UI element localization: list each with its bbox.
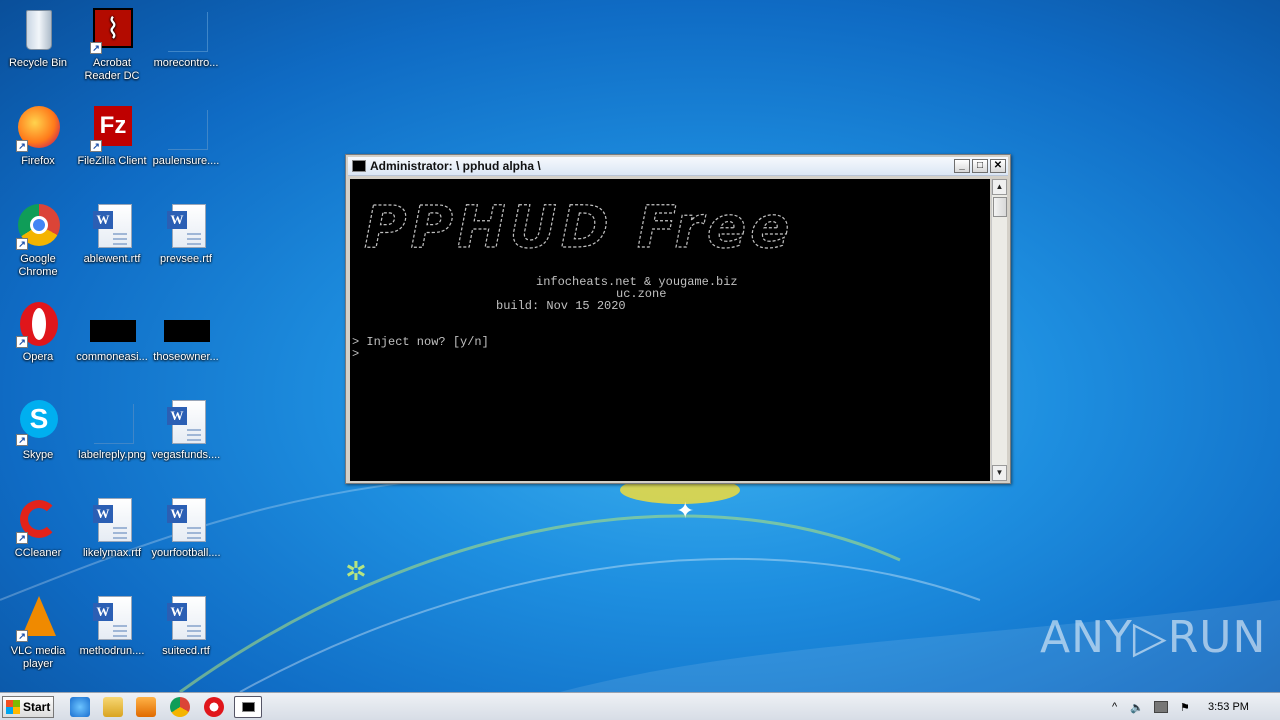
vlc-icon: ↗ [14, 594, 62, 642]
desktop-icon[interactable]: ↗ CCleaner [0, 496, 76, 560]
filezilla-icon: Fz ↗ [88, 104, 136, 152]
desktop-icon-label: thoseowner... [153, 351, 219, 363]
console-prompt-inject: > Inject now? [y/n] [352, 335, 489, 349]
network-icon[interactable] [1154, 701, 1168, 713]
console-line-build: build: Nov 15 2020 [496, 299, 626, 313]
explorer-taskbar-icon[interactable] [103, 697, 123, 717]
opera-taskbar-icon[interactable] [204, 697, 224, 717]
desktop-icon-label: methodrun.... [79, 645, 145, 657]
recycle-bin-icon [14, 6, 62, 54]
desktop-icon[interactable]: commoneasi... [74, 300, 150, 364]
svg-text:✲: ✲ [345, 557, 367, 587]
scroll-up-arrow-icon[interactable]: ▲ [992, 179, 1007, 195]
desktop-icon-label: Opera [22, 351, 54, 363]
desktop-icon[interactable]: ↗ Firefox [0, 104, 76, 168]
maximize-button[interactable]: □ [972, 159, 988, 173]
desktop-icon[interactable]: Fz ↗ FileZilla Client [74, 104, 150, 168]
desktop-icon[interactable]: ↗ VLC media player [0, 594, 76, 671]
chrome-taskbar-icon[interactable] [170, 697, 190, 717]
desktop-icon-label: vegasfunds.... [151, 449, 221, 461]
tray-chevron-icon[interactable]: ^ [1112, 701, 1117, 713]
desktop-icon-label: Firefox [21, 155, 55, 167]
word-doc-icon: W [162, 202, 210, 250]
svg-text:✦: ✦ [676, 499, 694, 524]
desktop-icon[interactable]: paulensure.... [148, 104, 224, 168]
clock[interactable]: 3:53 PM [1208, 701, 1249, 713]
acrobat-icon: ⌇ ↗ [88, 6, 136, 54]
desktop-icon-label: VLC media player [10, 645, 66, 670]
desktop-icon[interactable]: labelreply.png [74, 398, 150, 462]
desktop-icon[interactable]: ↗ Opera [0, 300, 76, 364]
word-doc-icon: W [88, 594, 136, 642]
desktop-icon-label: morecontro... [153, 57, 219, 69]
desktop-icon[interactable]: Wsuitecd.rtf [148, 594, 224, 658]
desktop-icon-label: labelreply.png [78, 449, 146, 461]
console-output[interactable]: PPHUD Free infocheats.net & yougame.biz … [350, 179, 990, 481]
desktop-icon-label: CCleaner [14, 547, 62, 559]
desktop-icon-label: Skype [22, 449, 54, 461]
desktop-icon[interactable]: Wvegasfunds.... [148, 398, 224, 462]
blank-file-icon [162, 6, 210, 54]
media-player-taskbar-icon[interactable] [136, 697, 156, 717]
desktop-icon-label: Acrobat Reader DC [84, 57, 140, 82]
black-image-icon [162, 300, 210, 348]
volume-icon[interactable]: 🔈 [1130, 701, 1144, 714]
desktop-icon-label: likelymax.rtf [82, 547, 142, 559]
console-prompt-cursor[interactable]: > [352, 348, 359, 360]
window-titlebar[interactable]: Administrator: \ pphud alpha \ _ □ ✕ [348, 157, 1008, 176]
desktop-icon[interactable]: Wablewent.rtf [74, 202, 150, 266]
word-doc-icon: W [162, 496, 210, 544]
skype-icon: S ↗ [14, 398, 62, 446]
word-doc-icon: W [88, 496, 136, 544]
desktop-icon[interactable]: ↗ Google Chrome [0, 202, 76, 279]
black-image-icon [88, 300, 136, 348]
blank-file-icon [162, 104, 210, 152]
desktop-icon-label: prevsee.rtf [160, 253, 212, 265]
minimize-button[interactable]: _ [954, 159, 970, 173]
desktop-icon-label: Google Chrome [18, 253, 58, 278]
firefox-icon: ↗ [14, 104, 62, 152]
scroll-thumb[interactable] [993, 197, 1007, 217]
desktop-icon-label: paulensure.... [152, 155, 220, 167]
word-doc-icon: W [162, 398, 210, 446]
word-doc-icon: W [88, 202, 136, 250]
taskbar: Start ^ 🔈 ⚑ 3:53 PM [0, 692, 1280, 720]
desktop-icon[interactable]: Wlikelymax.rtf [74, 496, 150, 560]
opera-icon: ↗ [14, 300, 62, 348]
desktop-icon[interactable]: Wprevsee.rtf [148, 202, 224, 266]
console-window[interactable]: Administrator: \ pphud alpha \ _ □ ✕ PPH… [345, 154, 1011, 484]
desktop-icon[interactable]: Wmethodrun.... [74, 594, 150, 658]
desktop-icon-label: FileZilla Client [77, 155, 147, 167]
banner-text: PPHUD Free [364, 197, 794, 257]
desktop-icon[interactable]: Recycle Bin [0, 6, 76, 70]
vertical-scrollbar[interactable]: ▲ ▼ [991, 179, 1007, 481]
scroll-down-arrow-icon[interactable]: ▼ [992, 465, 1007, 481]
desktop-icon-label: suitecd.rtf [162, 645, 210, 657]
start-label: Start [23, 700, 51, 714]
window-title: Administrator: \ pphud alpha \ [370, 159, 541, 173]
start-button[interactable]: Start [2, 696, 54, 718]
desktop-icon[interactable]: Wyourfootball.... [148, 496, 224, 560]
console-app-icon [352, 160, 366, 172]
desktop-icon[interactable]: S ↗ Skype [0, 398, 76, 462]
close-button[interactable]: ✕ [990, 159, 1006, 173]
anyrun-watermark: ANY▷RUN [1040, 612, 1267, 663]
desktop-icon[interactable]: thoseowner... [148, 300, 224, 364]
desktop-icon[interactable]: ⌇ ↗ Acrobat Reader DC [74, 6, 150, 83]
chrome-icon: ↗ [14, 202, 62, 250]
windows-flag-icon [6, 700, 20, 714]
png-file-icon [88, 398, 136, 446]
desktop-icon-label: commoneasi... [76, 351, 148, 363]
ascii-banner: PPHUD Free [363, 197, 794, 257]
desktop-icon-label: ablewent.rtf [83, 253, 141, 265]
desktop-icon-label: Recycle Bin [8, 57, 68, 69]
ccleaner-icon: ↗ [14, 496, 62, 544]
desktop-icon[interactable]: morecontro... [148, 6, 224, 70]
console-taskbar-button[interactable] [234, 696, 262, 718]
desktop-icon-label: yourfootball.... [151, 547, 221, 559]
word-doc-icon: W [162, 594, 210, 642]
ie-taskbar-icon[interactable] [70, 697, 90, 717]
action-center-flag-icon[interactable]: ⚑ [1180, 701, 1190, 714]
